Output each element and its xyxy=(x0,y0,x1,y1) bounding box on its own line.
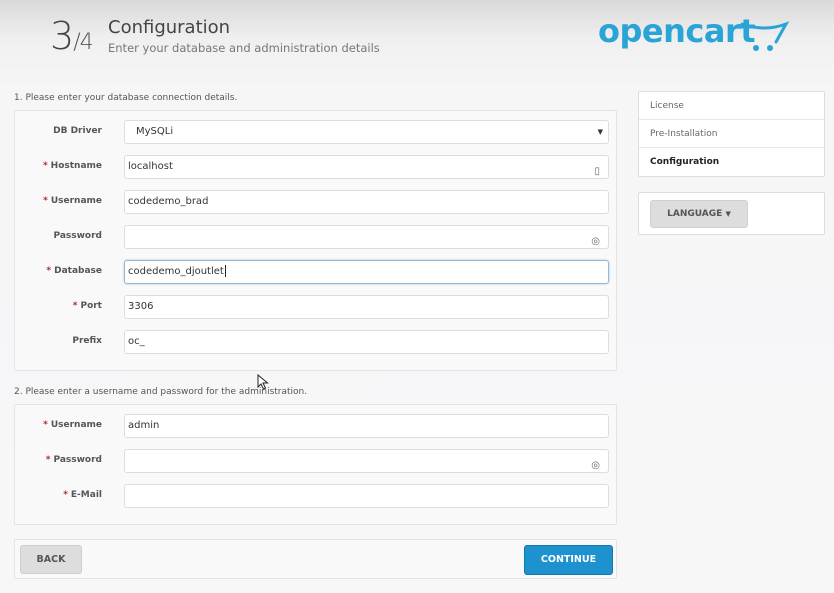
admin-username-label: * Username xyxy=(43,420,102,430)
page-subtitle: Enter your database and administration d… xyxy=(108,41,380,55)
hostname-input[interactable]: localhost ▯ xyxy=(124,155,609,179)
db-password-input[interactable]: ◎ xyxy=(124,225,609,249)
form-row-port: * Port 3306 xyxy=(15,295,616,319)
install-steps-list: License Pre-Installation Configuration xyxy=(638,91,825,177)
db-driver-select[interactable]: MySQLi ▼ xyxy=(124,120,609,144)
mouse-cursor-icon xyxy=(257,374,269,390)
text-caret xyxy=(224,265,226,277)
hostname-label: * Hostname xyxy=(42,161,102,171)
port-input[interactable]: 3306 xyxy=(124,295,609,319)
form-row-prefix: Prefix oc_ xyxy=(15,330,616,354)
page-header: 3/4 Configuration Enter your database an… xyxy=(0,0,834,80)
admin-panel: * Username admin * Password ◎ * E-Mail xyxy=(14,404,617,525)
db-username-input[interactable]: codedemo_brad xyxy=(124,190,609,214)
step-item-configuration[interactable]: Configuration xyxy=(639,148,824,176)
form-row-password: Password ◎ xyxy=(15,225,616,249)
admin-password-input[interactable]: ◎ xyxy=(124,449,609,473)
step-current: 3 xyxy=(50,14,74,58)
form-row-database: * Database codedemo_djoutlet xyxy=(15,260,616,284)
cart-icon xyxy=(740,21,790,51)
admin-username-input[interactable]: admin xyxy=(124,414,609,438)
form-actions: BACK CONTINUE xyxy=(14,539,617,579)
password-reveal-icon[interactable]: ◎ xyxy=(591,455,600,477)
step-item-license[interactable]: License xyxy=(639,92,824,120)
logo-text: opencart xyxy=(598,12,756,50)
step-total: /4 xyxy=(73,30,93,55)
prefix-input[interactable]: oc_ xyxy=(124,330,609,354)
database-input[interactable]: codedemo_djoutlet xyxy=(124,260,609,284)
form-row-db-driver: DB Driver MySQLi ▼ xyxy=(15,120,616,144)
back-button[interactable]: BACK xyxy=(20,545,82,574)
db-driver-label: DB Driver xyxy=(53,126,102,136)
prefix-label: Prefix xyxy=(72,336,102,346)
password-reveal-icon[interactable]: ◎ xyxy=(591,231,600,253)
step-item-pre-installation[interactable]: Pre-Installation xyxy=(639,120,824,148)
form-row-admin-password: * Password ◎ xyxy=(15,449,616,473)
language-dropdown-button[interactable]: LANGUAGE ▼ xyxy=(650,200,748,228)
key-card-icon[interactable]: ▯ xyxy=(594,161,600,183)
dropdown-arrow-icon: ▼ xyxy=(597,128,603,136)
language-panel: LANGUAGE ▼ xyxy=(638,192,825,235)
form-row-admin-username: * Username admin xyxy=(15,414,616,438)
form-row-admin-email: * E-Mail xyxy=(15,484,616,508)
db-section-heading: 1. Please enter your database connection… xyxy=(14,93,238,103)
db-panel: DB Driver MySQLi ▼ * Hostname localhost ▯ *… xyxy=(14,110,617,371)
page-title: Configuration xyxy=(108,17,231,38)
port-label: * Port xyxy=(72,301,102,311)
admin-email-label: * E-Mail xyxy=(63,490,102,500)
admin-password-label: * Password xyxy=(45,455,102,465)
continue-button[interactable]: CONTINUE xyxy=(524,545,613,575)
form-row-hostname: * Hostname localhost ▯ xyxy=(15,155,616,179)
caret-down-icon: ▼ xyxy=(725,210,731,218)
db-password-label: Password xyxy=(53,231,102,241)
step-indicator: 3/4 xyxy=(50,14,94,58)
form-row-username: * Username codedemo_brad xyxy=(15,190,616,214)
admin-email-input[interactable] xyxy=(124,484,609,508)
db-username-label: * Username xyxy=(43,196,102,206)
database-label: * Database xyxy=(46,266,102,276)
